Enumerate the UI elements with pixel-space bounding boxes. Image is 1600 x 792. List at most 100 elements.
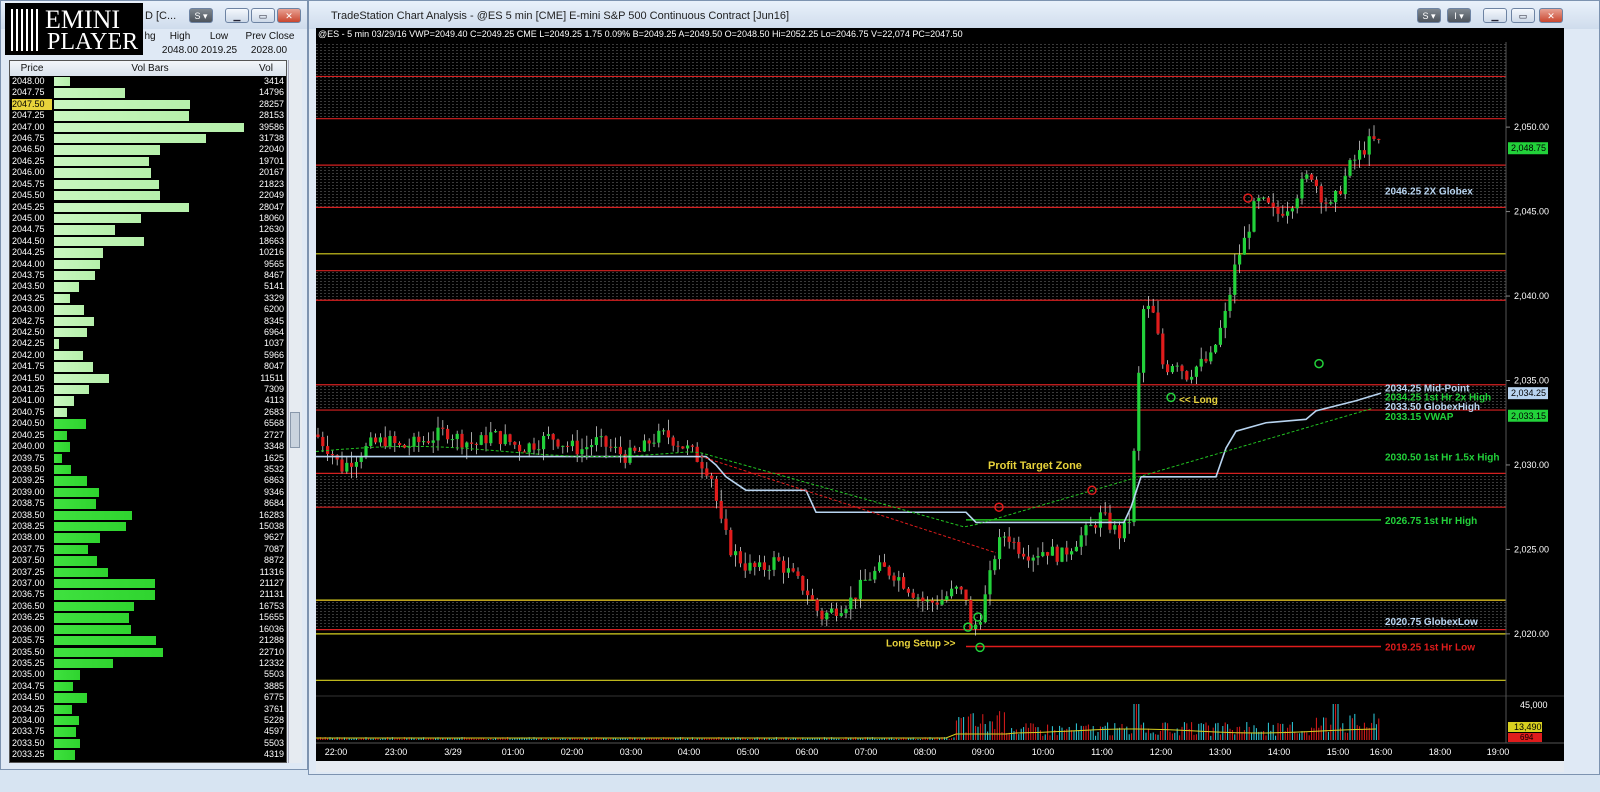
ladder-row[interactable]: 2044.25 10216 bbox=[10, 247, 286, 258]
ladder-row[interactable]: 2044.00 9565 bbox=[10, 259, 286, 270]
volume-ladder[interactable]: Price Vol Bars Vol 2048.00 3414 2047.75 147… bbox=[9, 60, 287, 763]
ladder-volume: 6964 bbox=[263, 327, 284, 338]
ladder-row[interactable]: 2042.50 6964 bbox=[10, 327, 286, 338]
up-candle bbox=[1194, 366, 1198, 377]
chart-info-button[interactable]: I ▾ bbox=[1447, 8, 1471, 23]
ladder-row[interactable]: 2046.50 22040 bbox=[10, 144, 286, 155]
up-candle bbox=[1050, 546, 1054, 556]
minimize-button[interactable]: ▁ bbox=[225, 8, 249, 23]
ladder-volume-bar bbox=[54, 715, 80, 726]
ladder-row[interactable]: 2042.75 8345 bbox=[10, 316, 286, 327]
level-label: 2019.25 1st Hr Low bbox=[1385, 643, 1475, 654]
ladder-row[interactable]: 2038.00 9627 bbox=[10, 532, 286, 543]
ladder-row[interactable]: 2037.50 8872 bbox=[10, 555, 286, 566]
ladder-row[interactable]: 2038.50 16283 bbox=[10, 510, 286, 521]
down-candle bbox=[1310, 174, 1314, 180]
ladder-row[interactable]: 2035.75 21288 bbox=[10, 635, 286, 646]
symbol-link-button[interactable]: S ▾ bbox=[189, 8, 213, 23]
ladder-row[interactable]: 2038.75 8684 bbox=[10, 498, 286, 509]
ladder-row[interactable]: 2041.25 7309 bbox=[10, 384, 286, 395]
ladder-row[interactable]: 2045.50 22049 bbox=[10, 190, 286, 201]
ladder-row[interactable]: 2042.00 5966 bbox=[10, 350, 286, 361]
chart-minimize-button[interactable]: ▁ bbox=[1483, 8, 1507, 23]
ladder-row[interactable]: 2047.00 39586 bbox=[10, 122, 286, 133]
ladder-row[interactable]: 2040.50 6568 bbox=[10, 418, 286, 429]
ladder-volume: 8467 bbox=[263, 269, 284, 280]
ladder-row[interactable]: 2037.00 21127 bbox=[10, 578, 286, 589]
maximize-button[interactable]: ▭ bbox=[251, 8, 275, 23]
ladder-row[interactable]: 2034.50 6775 bbox=[10, 692, 286, 703]
ladder-row[interactable]: 2039.50 3532 bbox=[10, 464, 286, 475]
ladder-volume-bar bbox=[54, 179, 159, 190]
ladder-row[interactable]: 2034.75 3885 bbox=[10, 681, 286, 692]
ladder-row[interactable]: 2040.25 2727 bbox=[10, 430, 286, 441]
ladder-row[interactable]: 2045.25 28047 bbox=[10, 202, 286, 213]
down-candle bbox=[1065, 547, 1069, 555]
ladder-row[interactable]: 2035.50 22710 bbox=[10, 647, 286, 658]
ladder-row[interactable]: 2046.25 19701 bbox=[10, 156, 286, 167]
ladder-row[interactable]: 2039.00 9346 bbox=[10, 487, 286, 498]
ladder-row[interactable]: 2034.00 5228 bbox=[10, 715, 286, 726]
top-zone-band bbox=[316, 42, 1506, 78]
ladder-row[interactable]: 2047.50 28257 bbox=[10, 98, 286, 111]
ladder-volume: 3532 bbox=[263, 463, 284, 474]
ladder-row[interactable]: 2045.75 21823 bbox=[10, 179, 286, 190]
ladder-row[interactable]: 2041.00 4113 bbox=[10, 395, 286, 406]
price-tag: 2,034.25 bbox=[1511, 388, 1546, 398]
ladder-row[interactable]: 2043.75 8467 bbox=[10, 270, 286, 281]
ladder-row[interactable]: 2036.25 15655 bbox=[10, 612, 286, 623]
ladder-row[interactable]: 2043.00 6200 bbox=[10, 304, 286, 315]
up-candle bbox=[772, 557, 776, 570]
ladder-price: 2039.00 bbox=[12, 486, 45, 497]
ladder-row[interactable]: 2040.00 3348 bbox=[10, 441, 286, 452]
ladder-volume-bar bbox=[54, 670, 81, 680]
ladder-row[interactable]: 2046.00 20167 bbox=[10, 167, 286, 178]
ladder-row[interactable]: 2033.25 4319 bbox=[10, 749, 286, 760]
ladder-volume-bar bbox=[54, 191, 160, 201]
down-candle bbox=[753, 562, 757, 567]
ladder-row[interactable]: 2035.00 5503 bbox=[10, 669, 286, 680]
ladder-row[interactable]: 2043.50 5141 bbox=[10, 281, 286, 292]
ladder-scrollbar[interactable] bbox=[288, 60, 302, 763]
up-candle bbox=[748, 562, 752, 571]
ladder-row[interactable]: 2037.75 7087 bbox=[10, 544, 286, 555]
ladder-row[interactable]: 2042.25 1037 bbox=[10, 338, 286, 349]
ladder-row[interactable]: 2034.25 3761 bbox=[10, 704, 286, 715]
ladder-row[interactable]: 2041.75 8047 bbox=[10, 361, 286, 372]
chart-symbol-link-button[interactable]: S ▾ bbox=[1417, 8, 1441, 23]
ladder-row[interactable]: 2043.25 3329 bbox=[10, 293, 286, 304]
ladder-row[interactable]: 2045.00 18060 bbox=[10, 213, 286, 224]
ladder-row[interactable]: 2047.25 28153 bbox=[10, 110, 286, 121]
ladder-row[interactable]: 2041.50 11511 bbox=[10, 373, 286, 384]
chart-maximize-button[interactable]: ▭ bbox=[1511, 8, 1535, 23]
ladder-row[interactable]: 2044.75 12630 bbox=[10, 224, 286, 235]
price-chart-svg[interactable]: 2,050.00 2,045.00 2,040.00 2,035.00 2,030.00… bbox=[316, 28, 1564, 761]
ladder-row[interactable]: 2047.75 14796 bbox=[10, 87, 286, 98]
ladder-row[interactable]: 2038.25 15038 bbox=[10, 521, 286, 532]
price-chart[interactable]: 2,050.00 2,045.00 2,040.00 2,035.00 2,030.00… bbox=[316, 28, 1564, 761]
ladder-row[interactable]: 2033.50 5503 bbox=[10, 738, 286, 749]
chart-close-button[interactable]: ✕ bbox=[1539, 8, 1563, 23]
ladder-row[interactable]: 2037.25 11316 bbox=[10, 567, 286, 578]
ladder-row[interactable]: 2040.75 2683 bbox=[10, 407, 286, 418]
ladder-volume: 11316 bbox=[259, 566, 284, 577]
ladder-row[interactable]: 2046.75 31738 bbox=[10, 133, 286, 144]
ladder-row[interactable]: 2039.25 6863 bbox=[10, 475, 286, 486]
ladder-row[interactable]: 2033.75 4597 bbox=[10, 726, 286, 737]
ladder-row[interactable]: 2036.00 16036 bbox=[10, 624, 286, 635]
ladder-volume: 5503 bbox=[263, 737, 284, 748]
ladder-row[interactable]: 2036.75 21131 bbox=[10, 589, 286, 600]
ladder-row[interactable]: 2036.50 16753 bbox=[10, 601, 286, 612]
ladder-price: 2045.00 bbox=[12, 212, 45, 223]
ladder-row[interactable]: 2035.25 12332 bbox=[10, 658, 286, 669]
ladder-row[interactable]: 2044.50 18663 bbox=[10, 236, 286, 247]
chart-horizontal-scrollbar[interactable] bbox=[316, 761, 1564, 772]
ladder-row[interactable]: 2048.00 3414 bbox=[10, 76, 286, 87]
chart-status-line: @ES - 5 min 03/29/16 VWP=2049.40 C=2049.… bbox=[318, 29, 963, 39]
ladder-scroll-thumb[interactable] bbox=[290, 412, 300, 448]
close-button[interactable]: ✕ bbox=[277, 8, 301, 23]
ladder-price: 2039.50 bbox=[12, 463, 45, 474]
ladder-volume-bar bbox=[54, 122, 244, 133]
chart-title-bar[interactable]: TradeStation Chart Analysis - @ES 5 min … bbox=[309, 1, 1599, 29]
ladder-row[interactable]: 2039.75 1625 bbox=[10, 453, 286, 464]
